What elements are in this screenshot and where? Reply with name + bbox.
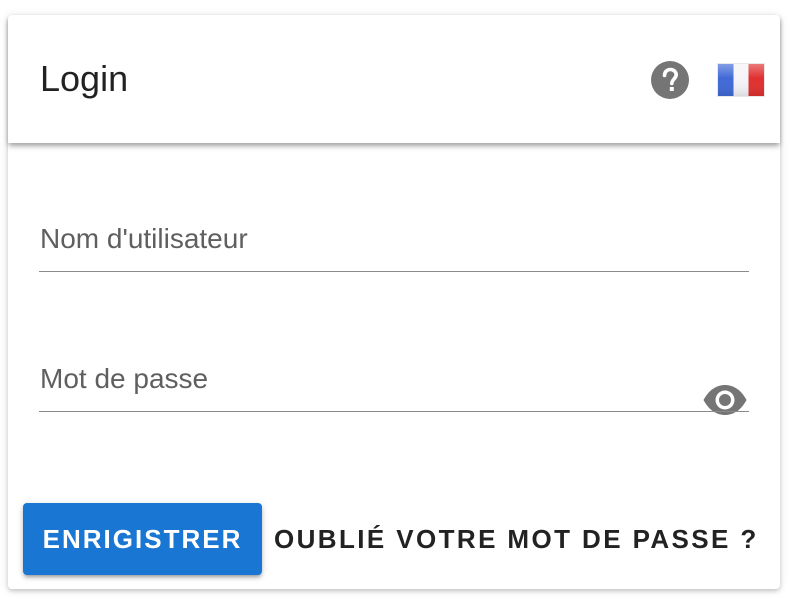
username-label: Nom d'utilisateur xyxy=(40,223,248,254)
username-input[interactable] xyxy=(39,256,739,266)
forgot-password-button[interactable]: OUBLIÉ VOTRE MOT DE PASSE ? xyxy=(274,503,774,575)
france-flag-icon[interactable] xyxy=(717,63,765,97)
login-card: Login Nom d'utilisateur Mot de passe ENR… xyxy=(8,15,780,589)
password-label: Mot de passe xyxy=(40,363,209,394)
page-title: Login xyxy=(40,58,129,99)
password-underline xyxy=(39,411,749,412)
username-underline xyxy=(39,271,749,272)
username-field[interactable]: Nom d'utilisateur xyxy=(39,210,749,274)
password-input[interactable] xyxy=(39,396,679,406)
register-button[interactable]: ENRIGISTRER xyxy=(23,503,262,575)
help-circle-icon[interactable] xyxy=(650,60,690,100)
password-field[interactable]: Mot de passe xyxy=(39,350,749,415)
header-toolbar: Login xyxy=(8,15,780,143)
